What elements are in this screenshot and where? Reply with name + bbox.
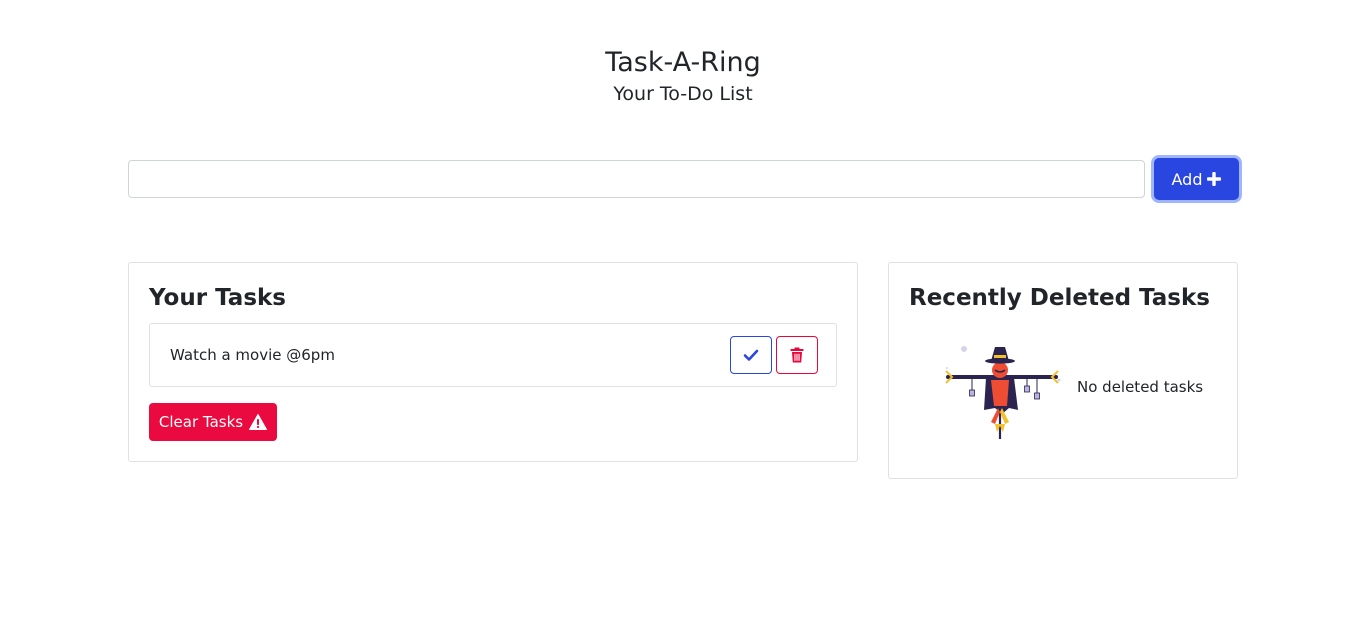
app-header: Task-A-Ring Your To-Do List bbox=[0, 46, 1366, 107]
add-button-label: Add bbox=[1171, 169, 1203, 189]
tasks-title: Your Tasks bbox=[149, 285, 286, 311]
no-deleted-tasks-text: No deleted tasks bbox=[1077, 378, 1204, 396]
delete-task-button[interactable] bbox=[776, 336, 818, 374]
complete-task-button[interactable] bbox=[730, 336, 772, 374]
trash-icon bbox=[790, 347, 804, 363]
task-item: Watch a movie @6pm bbox=[149, 323, 837, 387]
app-subtitle: Your To-Do List bbox=[613, 83, 753, 105]
check-icon bbox=[743, 349, 759, 361]
tasks-card: Your Tasks Watch a movie @6pm Clear Task… bbox=[128, 262, 858, 462]
scarecrow-illustration bbox=[945, 346, 1061, 439]
plus-icon bbox=[1207, 172, 1222, 186]
task-text: Watch a movie @6pm bbox=[170, 346, 335, 364]
warning-icon bbox=[249, 414, 268, 430]
app-title: Task-A-Ring bbox=[605, 47, 761, 78]
add-button[interactable]: Add bbox=[1154, 158, 1239, 200]
deleted-tasks-title: Recently Deleted Tasks bbox=[909, 285, 1210, 311]
clear-tasks-label: Clear Tasks bbox=[158, 413, 244, 431]
deleted-tasks-card: Recently Deleted Tasks No deleted tasks bbox=[888, 262, 1238, 479]
task-input[interactable] bbox=[128, 160, 1145, 198]
clear-tasks-button[interactable]: Clear Tasks bbox=[149, 403, 277, 441]
